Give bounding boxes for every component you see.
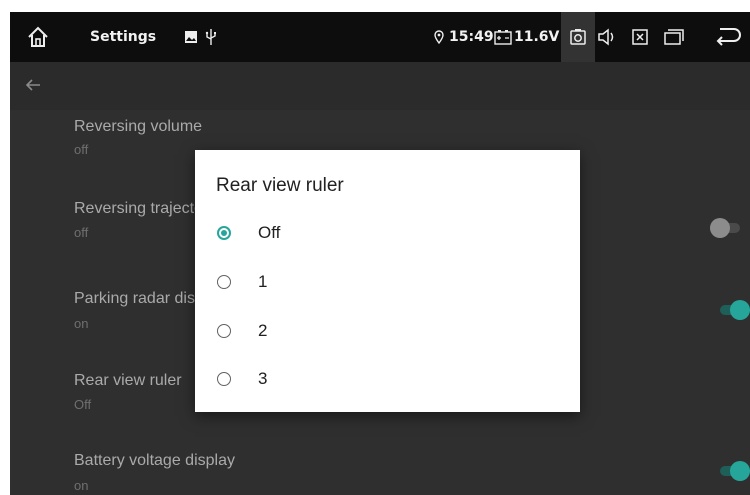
clock: 15:49 xyxy=(449,29,494,45)
setting-subtitle: on xyxy=(74,478,89,493)
voltage-readout: 11.6V xyxy=(514,29,560,45)
home-icon[interactable] xyxy=(24,23,52,51)
setting-title: Battery voltage display xyxy=(74,452,235,469)
arrow-left-icon[interactable] xyxy=(24,76,44,96)
option-label: 2 xyxy=(258,321,268,340)
status-bar: Settings 15:49 11.6V xyxy=(10,12,750,62)
setting-subtitle: off xyxy=(74,142,89,157)
setting-subtitle: Off xyxy=(74,397,92,412)
radio-unselected-icon[interactable] xyxy=(217,324,231,338)
option-3[interactable]: 3 xyxy=(195,355,580,403)
setting-subtitle: off xyxy=(74,225,89,240)
parking-radar-toggle[interactable] xyxy=(720,300,750,320)
option-off[interactable]: Off xyxy=(195,209,580,257)
reversing-trajectory-toggle[interactable] xyxy=(710,218,744,238)
volume-icon[interactable] xyxy=(596,26,618,48)
radio-unselected-icon[interactable] xyxy=(217,275,231,289)
option-label: 3 xyxy=(258,369,268,388)
image-icon xyxy=(184,30,198,44)
close-box-icon[interactable] xyxy=(630,27,650,47)
setting-title: Rear view ruler xyxy=(74,372,182,389)
radio-selected-icon[interactable] xyxy=(217,226,231,240)
battery-icon xyxy=(494,29,512,45)
device-frame: Settings 15:49 11.6V Reversing volume of… xyxy=(0,0,750,495)
location-pin-icon xyxy=(433,30,445,44)
setting-subtitle: on xyxy=(74,316,89,331)
radio-unselected-icon[interactable] xyxy=(217,372,231,386)
battery-voltage-toggle[interactable] xyxy=(720,461,750,481)
back-arrow-icon[interactable] xyxy=(714,25,742,49)
option-1[interactable]: 1 xyxy=(195,258,580,306)
option-label: 1 xyxy=(258,272,268,291)
dialog-title: Rear view ruler xyxy=(216,175,344,196)
usb-icon xyxy=(204,29,218,45)
window-icon[interactable] xyxy=(662,27,686,47)
setting-battery-voltage-display[interactable]: Battery voltage display on xyxy=(10,430,750,495)
option-label: Off xyxy=(258,223,281,242)
camera-icon[interactable] xyxy=(561,12,595,62)
app-title: Settings xyxy=(90,29,157,45)
rear-view-ruler-dialog: Rear view ruler Off 1 2 3 xyxy=(195,150,580,412)
option-2[interactable]: 2 xyxy=(195,307,580,355)
setting-title: Reversing volume xyxy=(74,118,203,135)
app-bar xyxy=(10,62,750,110)
